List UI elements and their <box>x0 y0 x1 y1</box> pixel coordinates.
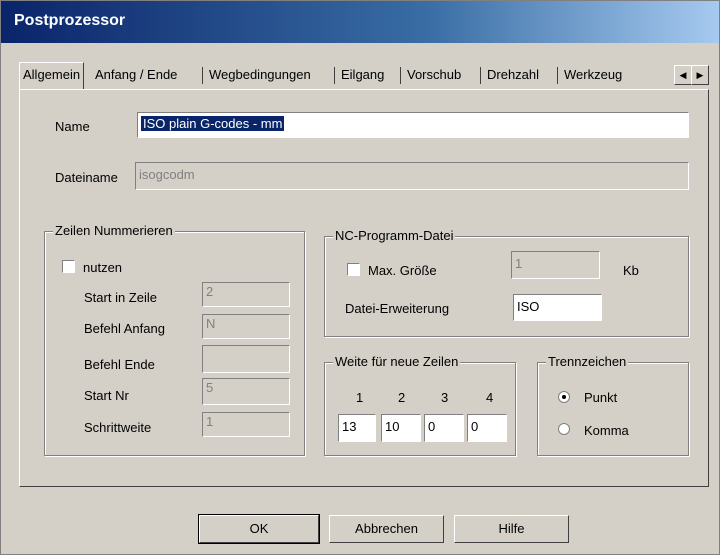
tab-werkzeug[interactable]: Werkzeug <box>564 64 629 86</box>
file-extension-label: Datei-Erweiterung <box>345 301 450 316</box>
max-size-label: Max. Größe <box>368 263 437 278</box>
tab-separator <box>480 67 481 84</box>
line-numbering-title: Zeilen Nummerieren <box>53 223 175 238</box>
separator-title: Trennzeichen <box>546 354 629 369</box>
command-start-label: Befehl Anfang <box>84 321 165 336</box>
width-header-2: 2 <box>398 390 406 405</box>
command-end-input[interactable] <box>202 345 290 373</box>
tab-scroll-left-icon[interactable]: ◀ <box>674 65 692 85</box>
separator-group: Trennzeichen <box>537 354 689 456</box>
tab-separator <box>334 67 335 84</box>
width-input-4[interactable]: 0 <box>467 414 507 442</box>
start-line-label: Start in Zeile <box>84 290 157 305</box>
tab-bar: Allgemein Anfang / Ende Wegbedingungen E… <box>19 62 719 89</box>
cancel-button[interactable]: Abbrechen <box>329 515 444 543</box>
help-button[interactable]: Hilfe <box>454 515 569 543</box>
start-number-input[interactable]: 5 <box>202 378 290 405</box>
nc-file-title: NC-Programm-Datei <box>333 228 456 243</box>
filename-label: Dateiname <box>55 170 118 185</box>
tab-anfang-ende[interactable]: Anfang / Ende <box>95 64 177 86</box>
start-number-label: Start Nr <box>84 388 129 403</box>
ok-button[interactable]: OK <box>198 514 320 544</box>
step-label: Schrittweite <box>84 420 152 435</box>
tab-separator <box>202 67 203 84</box>
step-input[interactable]: 1 <box>202 412 290 437</box>
separator-komma-radio[interactable] <box>558 423 570 435</box>
separator-punkt-label: Punkt <box>584 390 618 405</box>
max-size-input[interactable]: 1 <box>511 251 600 279</box>
tab-separator <box>557 67 558 84</box>
command-end-label: Befehl Ende <box>84 357 155 372</box>
window-title: Postprozessor <box>14 12 126 29</box>
title-bar[interactable]: Postprozessor <box>1 1 719 43</box>
tab-vorschub[interactable]: Vorschub <box>407 64 461 86</box>
width-input-1[interactable]: 13 <box>338 414 376 442</box>
name-label: Name <box>55 119 90 134</box>
postprocessor-dialog: Postprozessor Allgemein Anfang / Ende We… <box>0 0 720 555</box>
file-extension-input[interactable]: ISO <box>513 294 602 321</box>
width-input-3[interactable]: 0 <box>424 414 464 442</box>
start-line-input[interactable]: 2 <box>202 282 290 307</box>
command-start-input[interactable]: N <box>202 314 290 339</box>
tab-allgemein[interactable]: Allgemein <box>19 62 85 89</box>
separator-punkt-radio[interactable] <box>558 391 570 403</box>
filename-input[interactable]: isogcodm <box>135 162 689 190</box>
name-value: ISO plain G-codes - mm <box>141 116 285 131</box>
line-numbering-use-label: nutzen <box>83 260 123 275</box>
name-input[interactable]: ISO plain G-codes - mm <box>137 112 689 138</box>
max-size-checkbox[interactable] <box>347 263 360 276</box>
width-header-1: 1 <box>356 390 364 405</box>
line-width-title: Weite für neue Zeilen <box>333 354 461 369</box>
max-size-unit: Kb <box>623 263 639 278</box>
tab-drehzahl[interactable]: Drehzahl <box>487 64 539 86</box>
separator-komma-label: Komma <box>584 423 629 438</box>
radio-selected-dot <box>562 395 566 399</box>
width-header-3: 3 <box>441 390 449 405</box>
tab-scroll-right-icon[interactable]: ▶ <box>691 65 709 85</box>
width-header-4: 4 <box>486 390 494 405</box>
width-input-2[interactable]: 10 <box>381 414 421 442</box>
line-numbering-use-checkbox[interactable] <box>62 260 75 273</box>
nc-file-group: NC-Programm-Datei <box>324 228 689 337</box>
tab-wegbedingungen[interactable]: Wegbedingungen <box>209 64 311 86</box>
tab-eilgang[interactable]: Eilgang <box>341 64 384 86</box>
tab-separator <box>400 67 401 84</box>
